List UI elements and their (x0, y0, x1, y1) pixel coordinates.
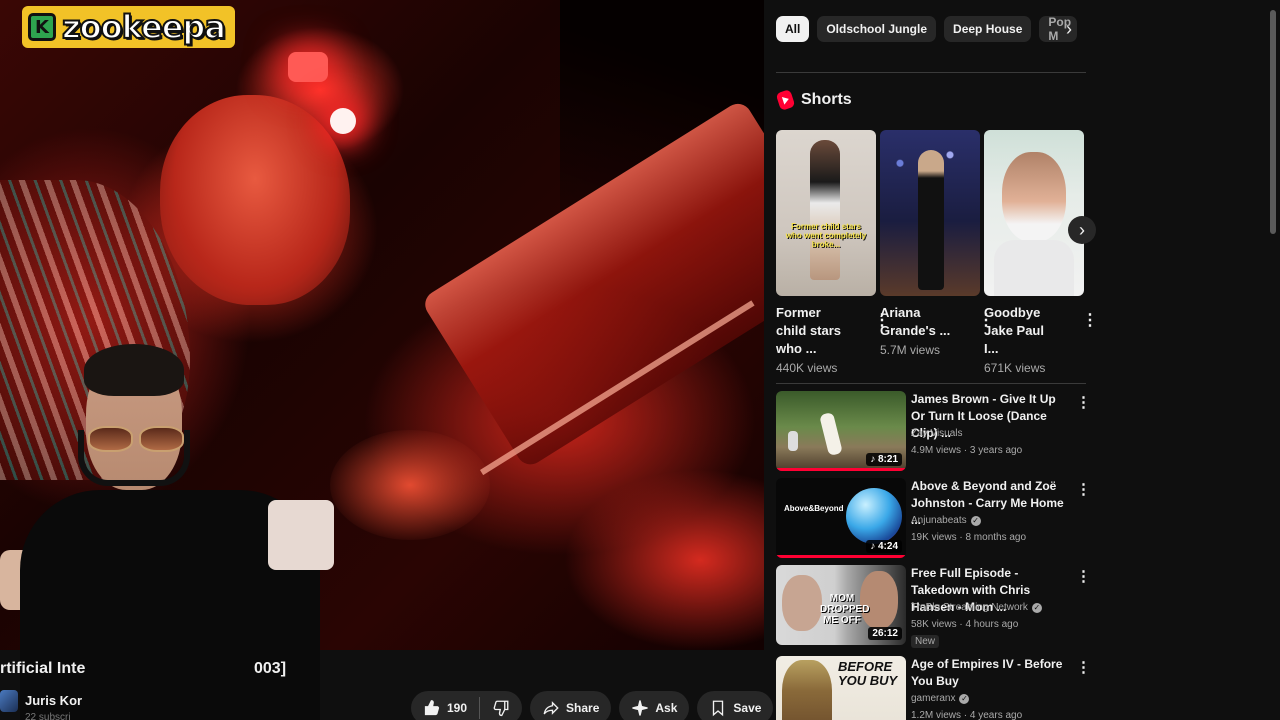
short-title[interactable]: Former child stars who ... (776, 304, 854, 358)
video-actions: 190 Share Ask Save ⋯ (411, 691, 816, 720)
channel-name[interactable]: Anjunabeats ✓ (911, 515, 981, 526)
kebab-menu-icon[interactable]: ⋮ (1076, 480, 1091, 498)
recommendation-item[interactable]: Above&Beyond ♪ 4:24 Above & Beyond and Z… (776, 478, 1091, 558)
video-duration: 26:12 (868, 627, 902, 640)
thumbs-down-icon (493, 700, 509, 717)
short-views: 5.7M views (880, 343, 941, 357)
chip-all[interactable]: All (776, 16, 810, 42)
video-thumbnail[interactable]: BEFORE YOU BUY (776, 656, 906, 720)
sunglasses (88, 426, 184, 452)
watch-progress (776, 468, 906, 471)
video-thumbnail[interactable]: ♪ 8:21 (776, 391, 906, 471)
thumbs-up-icon (424, 700, 440, 716)
channel-name[interactable]: Zay Visuals (911, 428, 963, 439)
video-title[interactable]: Age of Empires IV - Before You Buy (911, 656, 1069, 690)
like-count: 190 (447, 701, 468, 715)
divider (776, 383, 1086, 384)
video-meta: 4.9M views · 3 years ago (911, 445, 1023, 456)
dj-figure (160, 95, 350, 305)
short-views: 671K views (984, 361, 1046, 375)
short-title[interactable]: Goodbye Jake Paul I... (984, 304, 1062, 358)
ask-label: Ask (655, 701, 678, 715)
chip-oldschool-jungle[interactable]: Oldschool Jungle (817, 16, 937, 42)
short-caption: Former child stars who went completely b… (785, 222, 867, 249)
video-duration: ♪ 4:24 (866, 540, 902, 553)
like-button[interactable]: 190 (411, 691, 479, 720)
like-dislike-group: 190 (411, 691, 523, 720)
video-meta: 58K views · 4 hours ago (911, 619, 1019, 630)
white-lamp (330, 108, 356, 134)
short-item[interactable]: Former child stars who went completely b… (776, 130, 890, 375)
short-thumbnail[interactable]: Former child stars who went completely b… (776, 130, 876, 296)
kebab-menu-icon[interactable]: ⋮ (1082, 310, 1098, 330)
dj-hand (330, 430, 490, 540)
recommendation-item[interactable]: MOM DROPPED ME OFF 26:12 Free Full Episo… (776, 565, 1091, 648)
channel-name[interactable]: Juris Kor (25, 693, 82, 708)
video-thumbnail[interactable]: MOM DROPPED ME OFF 26:12 (776, 565, 906, 645)
video-meta: 19K views · 8 months ago (911, 532, 1027, 543)
recommendation-item[interactable]: ♪ 8:21 James Brown - Give It Up Or Turn … (776, 391, 1091, 471)
ask-button[interactable]: Ask (619, 691, 690, 720)
channel-logo: K zookeepa (22, 6, 235, 48)
divider (776, 72, 1086, 73)
thumbnail-text: Above&Beyond (784, 504, 844, 513)
video-thumbnail[interactable]: Above&Beyond ♪ 4:24 (776, 478, 906, 558)
short-item[interactable]: Goodbye Jake Paul I... 671K views ⋮ (984, 130, 1098, 375)
new-badge: New (911, 635, 940, 648)
save-label: Save (733, 701, 762, 715)
page-scrollbar[interactable] (1270, 10, 1276, 234)
channel-avatar[interactable] (0, 690, 18, 712)
logo-mark: K (28, 13, 56, 41)
verified-icon: ✓ (1031, 602, 1042, 613)
webcam-arm-right (268, 500, 334, 570)
recommendation-item[interactable]: BEFORE YOU BUY Age of Empires IV - Befor… (776, 656, 1091, 720)
watch-progress (776, 555, 906, 558)
channel-name[interactable]: TruBlu Streaming Network ✓ (911, 602, 1042, 613)
short-thumbnail[interactable] (984, 130, 1084, 296)
webcam-hair (84, 344, 184, 396)
short-title[interactable]: Ariana Grande's ... (880, 304, 958, 340)
chevron-right-icon[interactable]: › (1058, 16, 1080, 42)
kebab-menu-icon[interactable]: ⋮ (1076, 567, 1091, 585)
short-item[interactable]: Ariana Grande's ... 5.7M views ⋮ (880, 130, 994, 357)
short-views: 440K views (776, 361, 838, 375)
logo-text: zookeepa (61, 7, 227, 47)
shorts-title: Shorts (801, 91, 852, 108)
video-duration: ♪ 8:21 (866, 453, 902, 466)
share-button[interactable]: Share (530, 691, 612, 720)
share-icon (543, 701, 559, 715)
thumbnail-text: BEFORE YOU BUY (838, 659, 898, 688)
share-label: Share (566, 701, 600, 715)
shorts-header: Shorts (775, 89, 852, 111)
kebab-menu-icon[interactable]: ⋮ (1076, 393, 1091, 411)
thumbnail-text: MOM DROPPED ME OFF (820, 593, 870, 626)
shorts-logo-icon (775, 89, 796, 111)
bookmark-icon (713, 700, 724, 717)
subscriber-count: 22 subscri (25, 712, 71, 720)
video-title-end: 003] (254, 660, 287, 677)
chip-deep-house[interactable]: Deep House (944, 16, 1032, 42)
save-button[interactable]: Save (697, 691, 774, 720)
kebab-menu-icon[interactable]: ⋮ (1076, 658, 1091, 676)
channel-name[interactable]: gameranx ✓ (911, 693, 970, 704)
video-meta: 1.2M views · 4 years ago (911, 710, 1023, 720)
dislike-button[interactable] (480, 691, 522, 720)
chevron-right-icon[interactable]: › (1068, 216, 1096, 244)
verified-icon: ✓ (970, 515, 981, 526)
verified-icon: ✓ (959, 693, 970, 704)
short-thumbnail[interactable] (880, 130, 980, 296)
filter-chips: All Oldschool Jungle Deep House Pop M (776, 16, 1078, 42)
red-lamp (288, 52, 328, 82)
sparkle-icon (632, 700, 649, 716)
